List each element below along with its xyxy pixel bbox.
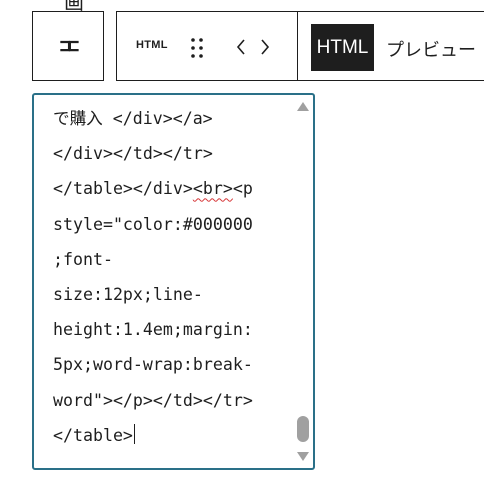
chevron-left-icon[interactable] [236,39,245,55]
text-caret [133,423,135,444]
tab-html[interactable]: HTML [311,24,374,71]
code-line: </table> [53,418,253,453]
code-line: height:1.4em;margin: [53,320,253,340]
code-line: word"></p></td></tr> [53,390,253,410]
code-line: 5px;word-wrap:break- [53,355,253,375]
move-block-controls [236,35,270,59]
block-toolbar: HTML HTML プレビュー [116,11,484,81]
scroll-down-arrow-icon[interactable] [295,449,311,463]
drag-handle-icon[interactable] [190,37,204,59]
spellcheck-flagged-text: <br> [192,179,233,199]
tab-preview[interactable]: プレビュー [386,36,476,62]
vertical-scrollbar[interactable] [293,95,313,468]
code-text: </table> [53,425,133,445]
code-line: ;font- [53,249,113,269]
code-text: <p [232,179,253,199]
chevron-right-icon[interactable] [261,39,270,55]
scroll-up-arrow-icon[interactable] [295,100,311,114]
code-line: で購入 </div></a> [53,109,213,128]
html-code-editor[interactable]: で購入 </div></a> </div></td></tr> </table>… [32,93,315,470]
toolbar-divider [297,12,298,81]
scroll-thumb[interactable] [297,416,309,442]
block-type-label[interactable]: HTML [136,39,168,51]
code-line: style="color:#000000 [53,214,253,234]
editor-canvas: 画 ⊐⊏ HTML HTML プレビュー で購入 </div></a> </di… [0,0,484,484]
code-line: </div></td></tr> [53,144,213,164]
code-line: size:12px;line- [53,284,203,304]
transform-block-button[interactable]: ⊐⊏ [32,11,104,81]
code-lines: で購入 </div></a> </div></td></tr> </table>… [53,101,253,453]
code-text: </table></div> [53,179,193,199]
code-line: </table></div><br><p [53,171,253,206]
